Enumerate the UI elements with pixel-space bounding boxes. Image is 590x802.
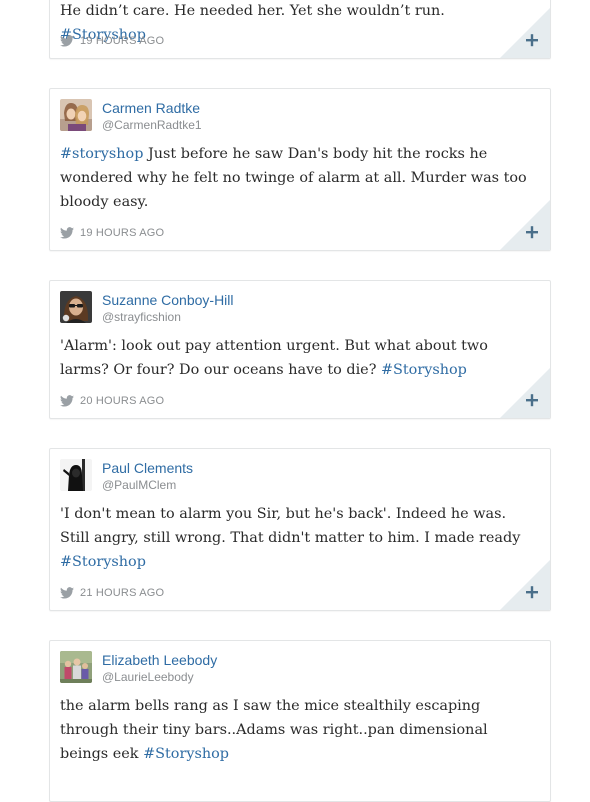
tweet-text-body: the alarm bells rang as I saw the mice s… — [60, 698, 488, 762]
tweet-text: 'Alarm': look out pay attention urgent. … — [60, 334, 530, 382]
tweet-card: Suzanne Conboy-Hill @strayficshion 'Alar… — [49, 280, 551, 419]
timestamp[interactable]: 19 HOURS AGO — [80, 227, 164, 239]
plus-icon[interactable] — [500, 368, 550, 418]
twitter-bird-icon[interactable] — [60, 227, 74, 239]
hashtag-link[interactable]: #storyshop — [60, 146, 143, 162]
hashtag-link[interactable]: #Storyshop — [143, 746, 229, 762]
tweet-footer: 19 HOURS AGO — [60, 225, 164, 241]
tweet-text-body: 'I don't mean to alarm you Sir, but he's… — [60, 506, 521, 546]
tweet-text-body: He didn’t care. He needed her. Yet she w… — [60, 3, 445, 19]
tweet-card: Carmen Radtke @CarmenRadtke1 #storyshop … — [49, 88, 551, 251]
avatar[interactable] — [60, 99, 92, 131]
tweet-footer: 20 HOURS AGO — [60, 393, 164, 409]
plus-icon[interactable] — [500, 8, 550, 58]
expand-corner[interactable] — [500, 368, 550, 418]
user-handle[interactable]: @LaurieLeebody — [102, 670, 194, 684]
avatar[interactable] — [60, 459, 92, 491]
user-name[interactable]: Paul Clements — [102, 460, 193, 476]
plus-icon[interactable] — [500, 560, 550, 610]
user-handle[interactable]: @strayficshion — [102, 310, 181, 324]
tweet-text: #storyshop Just before he saw Dan's body… — [60, 142, 530, 214]
timestamp[interactable]: 21 HOURS AGO — [80, 587, 164, 599]
user-handle[interactable]: @CarmenRadtke1 — [102, 118, 202, 132]
hashtag-link[interactable]: #Storyshop — [60, 554, 146, 570]
timestamp[interactable]: 20 HOURS AGO — [80, 395, 164, 407]
plus-icon[interactable] — [500, 200, 550, 250]
twitter-bird-icon[interactable] — [60, 587, 74, 599]
tweet-card: Elizabeth Leebody @LaurieLeebody the ala… — [49, 640, 551, 802]
user-name[interactable]: Carmen Radtke — [102, 100, 200, 116]
user-name[interactable]: Elizabeth Leebody — [102, 652, 217, 668]
tweet-text: 'I don't mean to alarm you Sir, but he's… — [60, 502, 530, 574]
tweet-card: Paul Clements @PaulMClem 'I don't mean t… — [49, 448, 551, 611]
user-handle[interactable]: @PaulMClem — [102, 478, 176, 492]
tweet-footer: 19 HOURS AGO — [60, 33, 164, 49]
twitter-bird-icon[interactable] — [60, 35, 74, 47]
tweet-text: the alarm bells rang as I saw the mice s… — [60, 694, 530, 766]
expand-corner[interactable] — [500, 200, 550, 250]
avatar[interactable] — [60, 291, 92, 323]
avatar[interactable] — [60, 651, 92, 683]
timestamp[interactable]: 19 HOURS AGO — [80, 35, 164, 47]
expand-corner[interactable] — [500, 8, 550, 58]
expand-corner[interactable] — [500, 560, 550, 610]
tweet-footer: 21 HOURS AGO — [60, 585, 164, 601]
user-name[interactable]: Suzanne Conboy-Hill — [102, 292, 234, 308]
twitter-bird-icon[interactable] — [60, 395, 74, 407]
hashtag-link[interactable]: #Storyshop — [381, 362, 467, 378]
tweet-card: He didn’t care. He needed her. Yet she w… — [49, 0, 551, 59]
